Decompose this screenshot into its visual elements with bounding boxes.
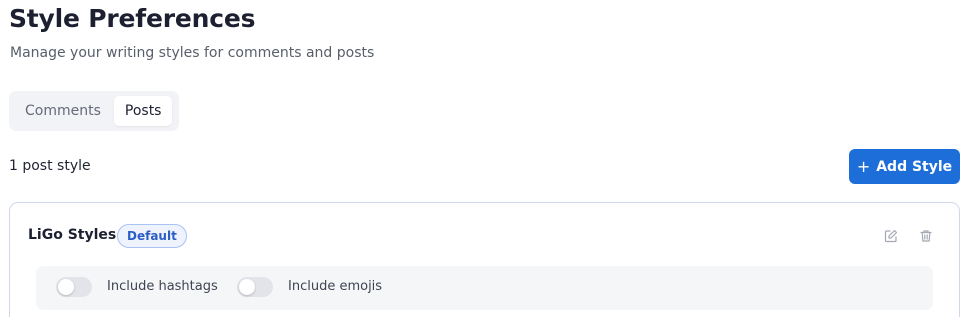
plus-icon: + xyxy=(856,156,871,176)
page-subtitle: Manage your writing styles for comments … xyxy=(10,45,375,61)
emojis-toggle[interactable] xyxy=(237,277,273,297)
tab-posts[interactable]: Posts xyxy=(113,96,173,126)
style-options: Include hashtags Include emojis xyxy=(36,266,933,310)
tab-comments[interactable]: Comments xyxy=(14,96,112,126)
style-tabs: Comments Posts xyxy=(9,91,179,131)
default-badge: Default xyxy=(117,224,187,248)
trash-icon[interactable] xyxy=(918,228,934,244)
emojis-label: Include emojis xyxy=(288,279,383,294)
edit-icon[interactable] xyxy=(883,228,899,244)
add-style-label: Add Style xyxy=(876,158,953,175)
style-count: 1 post style xyxy=(9,158,91,174)
toggle-knob xyxy=(239,279,255,295)
style-name: LiGo Styles xyxy=(28,227,117,243)
hashtags-label: Include hashtags xyxy=(107,279,218,294)
hashtags-toggle[interactable] xyxy=(56,277,92,297)
style-preferences-page: Style Preferences Manage your writing st… xyxy=(0,0,967,317)
add-style-button[interactable]: + Add Style xyxy=(849,149,960,184)
style-card: LiGo Styles Default Include hashtags Inc… xyxy=(9,202,960,317)
toggle-knob xyxy=(58,279,74,295)
page-title: Style Preferences xyxy=(9,4,256,33)
